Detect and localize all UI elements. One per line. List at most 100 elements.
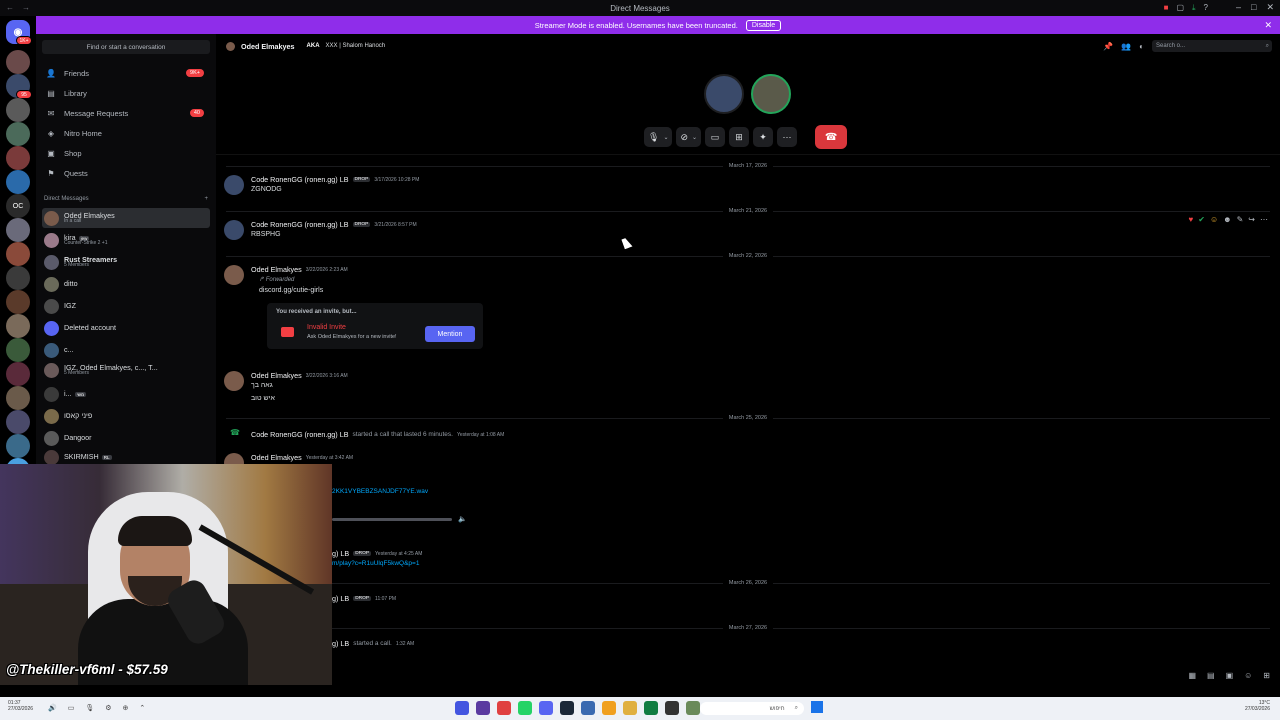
gif-icon[interactable]: ▤ [1207,671,1215,680]
username[interactable]: Code RonenGG (ronen.gg) LB [251,220,349,229]
server-icon[interactable] [6,362,30,386]
gift-icon[interactable]: ▦ [1188,671,1196,680]
apps-icon[interactable]: ⊞ [1263,671,1270,680]
taskbar-search[interactable]: חיפוש ⌕ [700,702,804,715]
server-icon[interactable] [6,338,30,362]
app-icon[interactable] [686,701,700,715]
server-icon[interactable]: OC [6,194,30,218]
username[interactable]: Oded Elmakyes [251,265,302,274]
message-link[interactable]: m/play?c=R1uUlqF5kwQ&p=1 [332,560,419,567]
avatar[interactable] [224,371,244,391]
chevron-down-icon[interactable]: ⌄ [663,134,668,141]
server-icon[interactable] [6,266,30,290]
dm-item[interactable]: Oded Elmakyes In a call [42,208,210,228]
server-icon[interactable] [6,50,30,74]
forward-arrow-icon[interactable]: → [22,3,30,12]
dm-item[interactable]: Dangoor [42,428,210,448]
edit-icon[interactable]: ✎ [1237,215,1244,224]
mention-button[interactable]: Mention [425,326,475,342]
network-icon[interactable]: ⊕ [123,704,129,712]
app-icon[interactable] [455,701,469,715]
download-icon[interactable]: ⤓ [1192,3,1196,13]
dm-item[interactable]: פיני קאסו [42,406,210,426]
server-icon[interactable] [6,218,30,242]
minimize-icon[interactable]: – [1236,2,1241,13]
call-participant-avatar[interactable] [751,74,791,114]
create-dm-button[interactable]: + [204,196,208,202]
dm-item[interactable]: Deleted account [42,318,210,338]
banner-close-icon[interactable]: ✕ [1264,20,1272,31]
username[interactable]: Code RonenGG (ronen.gg) LB [251,430,349,439]
nav-nitro-home[interactable]: ◈ Nitro Home [42,124,210,142]
file-explorer-icon[interactable] [623,701,637,715]
volume-icon[interactable]: 🔊 [48,704,57,712]
recording-icon[interactable]: ■ [1164,3,1169,13]
more-icon[interactable]: ⋯ [1260,215,1268,224]
back-arrow-icon[interactable]: ← [6,3,14,12]
server-icon[interactable] [6,290,30,314]
app-icon[interactable] [665,701,679,715]
call-participant-avatar[interactable] [704,74,744,114]
username[interactable]: g) LB [332,549,349,558]
server-icon[interactable] [6,146,30,170]
whatsapp-icon[interactable] [518,701,532,715]
dm-item[interactable]: IGZ [42,296,210,316]
audio-progress-bar[interactable] [332,517,453,521]
excel-icon[interactable] [644,701,658,715]
steam-icon[interactable] [560,701,574,715]
username[interactable]: g) LB [332,594,349,603]
windows-start-icon[interactable] [811,701,823,713]
nav-library[interactable]: ▤ Library [42,84,210,102]
volume-icon[interactable]: 🔈 [458,515,467,523]
camera-button[interactable]: ⊘ ⌄ [676,127,702,147]
settings-icon[interactable]: ⚙ [105,704,111,712]
username[interactable]: Oded Elmakyes [251,371,302,380]
username[interactable]: g) LB [332,639,349,648]
add-friend-icon[interactable]: 👥 [1121,42,1131,51]
dm-item[interactable]: Rust Streamers 5 Members [42,252,210,272]
check-reaction-icon[interactable]: ✔ [1198,215,1205,224]
hang-up-button[interactable]: ☎ [815,125,848,149]
audio-file-link[interactable]: 2KK1VYBEBZSANJDF77YE.wav [332,488,428,495]
avatar[interactable] [224,265,244,285]
dm-item[interactable]: c... [42,340,210,360]
message-content[interactable]: discord.gg/cutie-girls [259,287,323,294]
dm-item[interactable]: kira jew Counter-Strike 2 +1 [42,230,210,250]
mic-icon[interactable]: 🎙 [85,704,94,712]
dm-item[interactable]: ditto [42,274,210,294]
more-options-button[interactable]: ⋯ [777,127,798,147]
chrome-icon[interactable] [602,701,616,715]
add-reaction-icon[interactable]: ☻ [1223,215,1231,224]
find-conversation-search[interactable]: Find or start a conversation [42,40,210,54]
activities-button[interactable]: ⊞ [729,127,750,147]
sticker-icon[interactable]: ▣ [1226,671,1234,680]
server-icon[interactable] [6,434,30,458]
inbox-icon[interactable]: ▢ [1176,3,1184,13]
disable-streamer-mode-button[interactable]: Disable [745,19,782,31]
monitor-icon[interactable]: ▭ [68,704,75,712]
server-icon[interactable] [6,410,30,434]
nav-friends[interactable]: 👤 Friends 9K+ [42,64,210,82]
app-icon[interactable] [581,701,595,715]
server-icon[interactable] [6,98,30,122]
emoji-icon[interactable]: ☺ [1244,671,1252,680]
dm-item[interactable]: IGZ, Oded Elmakyes, c..., T... 5 Members [42,360,210,380]
app-icon[interactable] [476,701,490,715]
nav-shop[interactable]: ▣ Shop [42,144,210,162]
share-screen-button[interactable]: ▭ [705,127,726,147]
pin-icon[interactable]: 📌 [1103,42,1113,51]
chevron-up-icon[interactable]: ⌃ [139,704,145,712]
username[interactable]: Code RonenGG (ronen.gg) LB [251,175,349,184]
maximize-icon[interactable]: □ [1251,2,1256,13]
avatar[interactable] [224,220,244,240]
server-icon[interactable] [6,314,30,338]
taskbar-clock[interactable]: 01:37 27/03/2026 [8,700,33,712]
chevron-down-icon[interactable]: ⌄ [692,134,697,141]
message-composer[interactable]: ▦ ▤ ▣ ☺ ⊞ [216,668,1280,686]
profile-icon[interactable]: ◐ [1139,42,1144,51]
mute-mic-button[interactable]: 🎙 ⌄ [644,127,673,147]
help-icon[interactable]: ? [1204,3,1208,13]
soundboard-button[interactable]: ✦ [753,127,774,147]
app-icon[interactable] [497,701,511,715]
server-icon[interactable] [6,122,30,146]
